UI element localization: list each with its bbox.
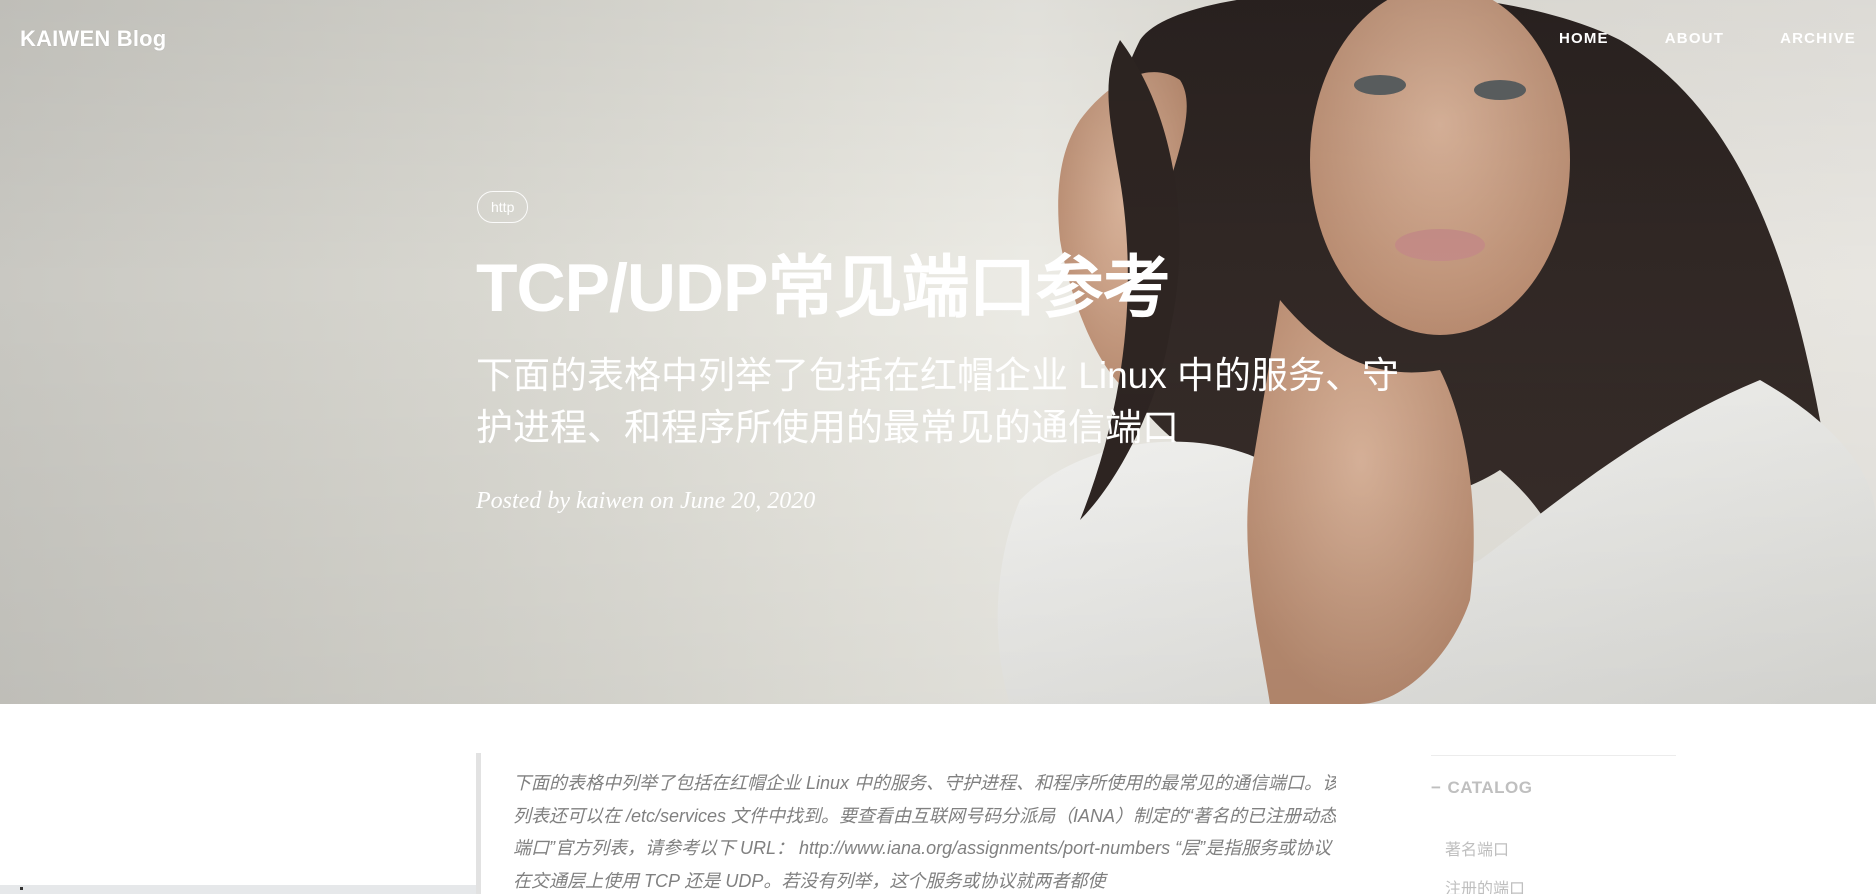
- catalog-item-well-known-ports[interactable]: 著名端口: [1445, 836, 1509, 860]
- collapse-dash-icon: −: [1431, 778, 1442, 797]
- blockquote-text: 下面的表格中列举了包括在红帽企业 Linux 中的服务、守护进程、和程序所使用的…: [513, 773, 1336, 891]
- hero-header: KAIWEN Blog HOME ABOUT ARCHIVE http TCP/…: [0, 0, 1876, 704]
- nav-home-link[interactable]: HOME: [1549, 30, 1619, 47]
- post-tag-http[interactable]: http: [477, 191, 529, 223]
- site-brand-link[interactable]: KAIWEN Blog: [20, 26, 166, 52]
- catalog-item-registered-ports[interactable]: 注册的端口: [1445, 875, 1525, 894]
- main-nav: HOME ABOUT ARCHIVE: [1513, 30, 1866, 47]
- post-intro-blockquote: 下面的表格中列举了包括在红帽企业 Linux 中的服务、守护进程、和程序所使用的…: [476, 753, 1336, 894]
- post-subtitle: 下面的表格中列举了包括在红帽企业 Linux 中的服务、守护进程、和程序所使用的…: [476, 355, 1400, 448]
- catalog-heading[interactable]: − CATALOG: [1431, 778, 1532, 798]
- post-meta: Posted by kaiwen on June 20, 2020: [476, 488, 816, 514]
- catalog-divider: [1431, 755, 1676, 756]
- catalog-heading-label: CATALOG: [1447, 778, 1533, 797]
- strip-marker: [20, 887, 23, 890]
- sidebar-scroll-strip: [0, 885, 476, 894]
- nav-about-link[interactable]: ABOUT: [1655, 30, 1734, 47]
- post-title: TCP/UDP常见端口参考: [476, 250, 1170, 326]
- nav-archive-link[interactable]: ARCHIVE: [1770, 30, 1866, 47]
